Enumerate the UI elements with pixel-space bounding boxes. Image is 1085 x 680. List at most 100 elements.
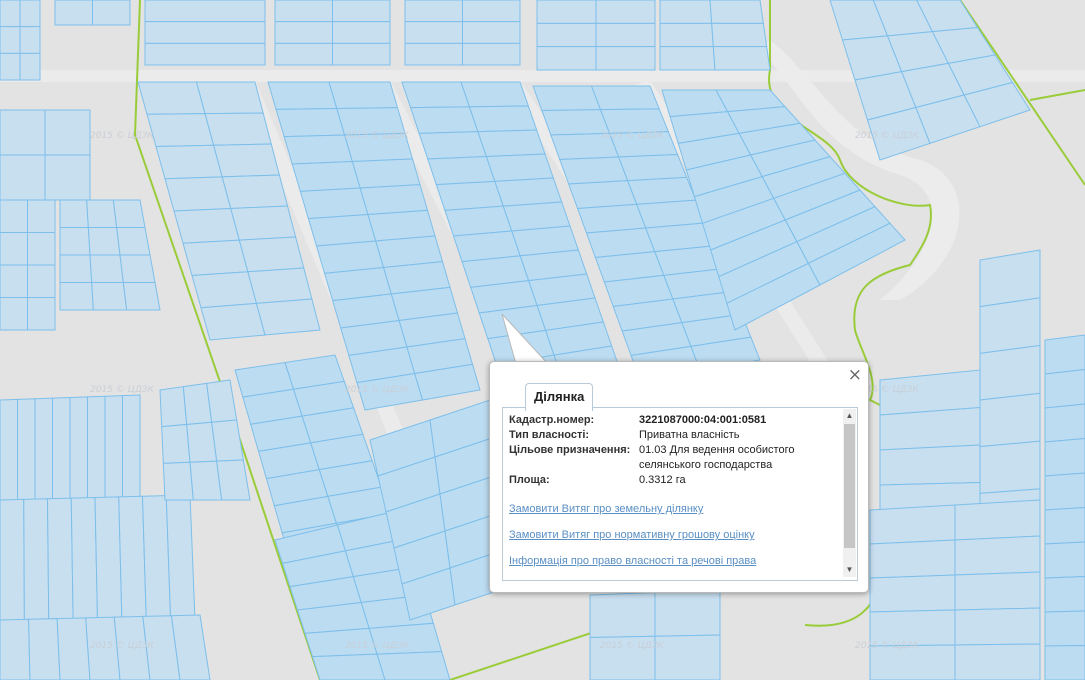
- order-parcel-extract-link[interactable]: Замовити Витяг про земельну ділянку: [509, 503, 835, 515]
- parcel[interactable]: [954, 607, 1041, 646]
- parcel[interactable]: [182, 239, 249, 277]
- parcel[interactable]: [59, 282, 94, 311]
- parcel[interactable]: [69, 396, 88, 501]
- parcel[interactable]: [559, 156, 629, 185]
- parcel[interactable]: [204, 112, 272, 146]
- parcel[interactable]: [0, 618, 31, 680]
- parcel[interactable]: [376, 651, 451, 680]
- parcel[interactable]: [532, 85, 602, 112]
- parcel[interactable]: [52, 396, 71, 501]
- parcel[interactable]: [954, 499, 1041, 541]
- parcel[interactable]: [477, 129, 546, 158]
- parcel[interactable]: [137, 81, 206, 115]
- parcel[interactable]: [954, 535, 1041, 576]
- parcel[interactable]: [0, 26, 21, 54]
- parcel[interactable]: [626, 176, 697, 205]
- parcel[interactable]: [118, 495, 147, 621]
- parcel[interactable]: [462, 42, 521, 66]
- parcel[interactable]: [709, 0, 764, 24]
- parcel[interactable]: [979, 440, 1041, 494]
- parcel[interactable]: [116, 227, 151, 256]
- parcel[interactable]: [86, 199, 118, 228]
- parcel[interactable]: [332, 21, 391, 44]
- scroll-up-icon[interactable]: ▲: [843, 409, 856, 423]
- parcel[interactable]: [267, 81, 338, 110]
- parcel[interactable]: [485, 153, 555, 182]
- parcel[interactable]: [144, 42, 266, 66]
- parcel[interactable]: [162, 461, 194, 501]
- parcel[interactable]: [92, 0, 131, 26]
- parcel[interactable]: [0, 154, 46, 201]
- parcel[interactable]: [0, 297, 28, 331]
- parcel[interactable]: [1044, 575, 1085, 613]
- parcel[interactable]: [712, 46, 771, 71]
- parcel[interactable]: [462, 0, 521, 23]
- parcel[interactable]: [1044, 644, 1085, 680]
- parcel[interactable]: [104, 395, 123, 501]
- parcel[interactable]: [879, 406, 981, 451]
- parcel[interactable]: [165, 494, 196, 621]
- parcel[interactable]: [869, 539, 956, 579]
- parcel[interactable]: [567, 180, 638, 210]
- parcel[interactable]: [146, 113, 215, 148]
- parcel[interactable]: [1044, 334, 1085, 375]
- parcel[interactable]: [27, 232, 56, 266]
- scroll-down-icon[interactable]: ▼: [843, 563, 856, 577]
- parcel[interactable]: [595, 0, 656, 24]
- parcel[interactable]: [164, 176, 232, 212]
- parcel[interactable]: [404, 42, 463, 66]
- parcel[interactable]: [112, 199, 146, 228]
- parcel[interactable]: [311, 653, 386, 680]
- parcel[interactable]: [119, 254, 156, 283]
- parcel[interactable]: [19, 52, 41, 81]
- parcel[interactable]: [1044, 437, 1085, 477]
- parcel[interactable]: [427, 155, 496, 186]
- parcel[interactable]: [869, 574, 956, 613]
- parcel[interactable]: [462, 21, 521, 44]
- parcel[interactable]: [0, 264, 28, 298]
- parcel[interactable]: [1044, 403, 1085, 443]
- parcel[interactable]: [247, 267, 313, 304]
- parcel[interactable]: [59, 254, 93, 283]
- parcel[interactable]: [494, 177, 563, 207]
- parcel[interactable]: [274, 0, 333, 23]
- parcel[interactable]: [87, 395, 106, 501]
- parcel[interactable]: [46, 497, 74, 621]
- parcel[interactable]: [274, 42, 333, 66]
- parcel[interactable]: [536, 22, 597, 48]
- parcel[interactable]: [91, 282, 128, 311]
- parcel[interactable]: [122, 394, 141, 501]
- parcel[interactable]: [0, 199, 28, 233]
- parcel[interactable]: [418, 131, 488, 160]
- parcel[interactable]: [275, 107, 346, 138]
- parcel[interactable]: [654, 589, 721, 637]
- parcel[interactable]: [404, 0, 463, 23]
- parcel[interactable]: [238, 236, 305, 273]
- parcel[interactable]: [711, 22, 768, 48]
- close-icon[interactable]: ×: [848, 365, 862, 385]
- parcel[interactable]: [159, 386, 188, 428]
- parcel[interactable]: [536, 0, 597, 24]
- parcel[interactable]: [954, 571, 1041, 611]
- parcel[interactable]: [283, 134, 354, 165]
- parcel[interactable]: [332, 42, 391, 66]
- parcel[interactable]: [1044, 472, 1085, 511]
- parcel[interactable]: [19, 26, 41, 54]
- parcel[interactable]: [173, 207, 240, 244]
- parcel[interactable]: [155, 144, 223, 180]
- parcel[interactable]: [87, 227, 121, 256]
- parcel[interactable]: [44, 154, 91, 201]
- parcel[interactable]: [590, 85, 660, 111]
- ownership-rights-link[interactable]: Інформація про право власності та речові…: [509, 555, 835, 567]
- parcel[interactable]: [34, 397, 53, 501]
- parcel[interactable]: [1044, 506, 1085, 545]
- tab-parcel[interactable]: Ділянка: [525, 383, 594, 411]
- parcel[interactable]: [869, 504, 956, 545]
- parcel[interactable]: [299, 187, 369, 220]
- parcel[interactable]: [27, 297, 56, 331]
- parcel[interactable]: [28, 618, 61, 680]
- parcel[interactable]: [328, 81, 399, 110]
- parcel[interactable]: [654, 634, 721, 680]
- parcel[interactable]: [0, 109, 46, 156]
- parcel[interactable]: [23, 498, 50, 621]
